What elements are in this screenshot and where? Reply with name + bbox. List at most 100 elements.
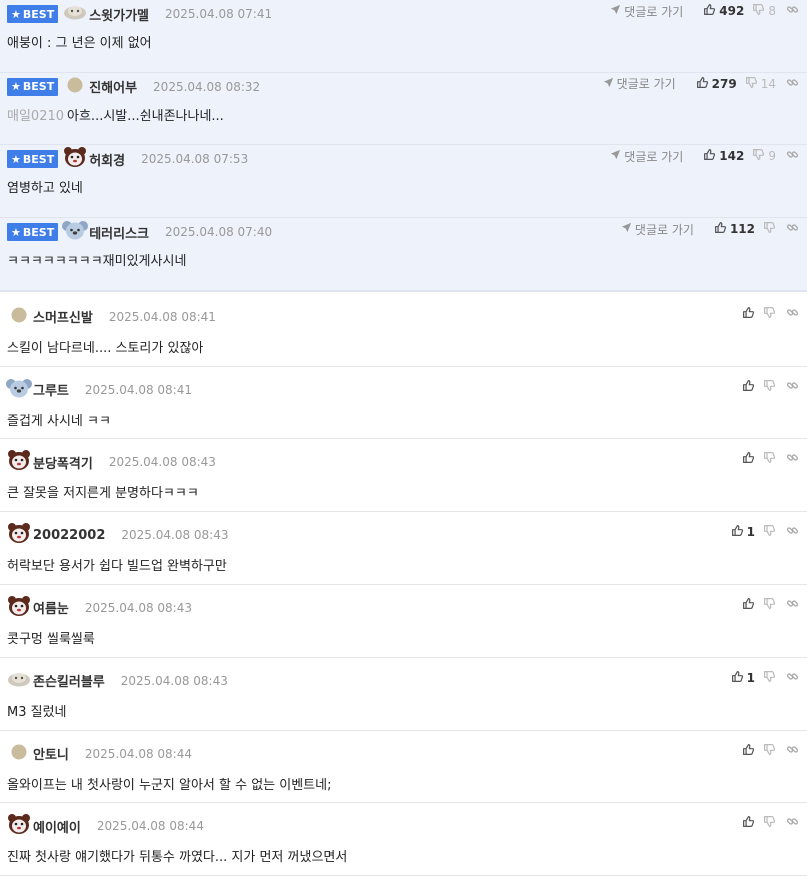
- downvote-button[interactable]: 14: [745, 76, 776, 92]
- mention[interactable]: 매일0210: [7, 109, 64, 124]
- upvote-button[interactable]: [742, 306, 755, 322]
- share-button[interactable]: [786, 597, 799, 613]
- avatar[interactable]: [63, 77, 87, 97]
- comment-header: ★ BEST 허회경 2025.04.08 07:53: [7, 146, 248, 172]
- nickname[interactable]: 그루트: [33, 380, 69, 399]
- thumbs-down-icon: [763, 670, 776, 686]
- share-button[interactable]: [786, 76, 799, 92]
- share-button[interactable]: [786, 743, 799, 759]
- upvote-button[interactable]: 1: [731, 524, 755, 540]
- thumbs-up-icon: [731, 524, 744, 540]
- link-icon: [786, 76, 799, 92]
- avatar[interactable]: [7, 744, 31, 764]
- upvote-count: 112: [729, 222, 755, 237]
- koala-icon: [6, 377, 32, 403]
- avatar[interactable]: [7, 671, 31, 691]
- nickname[interactable]: 스윗가가멜: [89, 5, 149, 24]
- upvote-button[interactable]: 142: [703, 148, 744, 164]
- avatar[interactable]: [7, 523, 31, 545]
- downvote-button[interactable]: 8: [752, 3, 776, 19]
- downvote-button[interactable]: [763, 815, 776, 831]
- best-label: BEST: [22, 7, 55, 21]
- upvote-button[interactable]: [742, 597, 755, 613]
- avatar[interactable]: [6, 377, 32, 403]
- downvote-button[interactable]: [763, 597, 776, 613]
- reply-link[interactable]: 댓글로 가기: [610, 3, 683, 20]
- link-icon: [786, 306, 799, 322]
- share-button[interactable]: [786, 379, 799, 395]
- dot-icon: [11, 307, 27, 327]
- share-button[interactable]: [786, 3, 799, 19]
- share-button[interactable]: [786, 306, 799, 322]
- thumbs-up-icon: [742, 597, 755, 613]
- thumbs-up-icon: [742, 451, 755, 467]
- nickname[interactable]: 진해어부: [89, 77, 137, 96]
- avatar[interactable]: [63, 4, 87, 24]
- nickname[interactable]: 허회경: [89, 150, 125, 169]
- share-button[interactable]: [786, 221, 799, 237]
- comment-body: 염병하고 있네: [7, 181, 83, 197]
- best-label: BEST: [22, 80, 55, 94]
- downvote-button[interactable]: 9: [752, 148, 776, 164]
- comment-actions: [734, 742, 799, 760]
- comment-text: ㅋㅋㅋㅋㅋㅋㅋㅋ재미있게사시네: [7, 250, 186, 269]
- comment-body: 콧구멍 씰룩씰룩: [7, 631, 95, 647]
- downvote-button[interactable]: [763, 379, 776, 395]
- avatar[interactable]: [63, 146, 87, 172]
- reply-link[interactable]: 댓글로 가기: [610, 148, 683, 165]
- downvote-button[interactable]: [763, 524, 776, 540]
- nickname[interactable]: 스머프신발: [33, 307, 93, 326]
- upvote-button[interactable]: 492: [703, 3, 744, 19]
- comment: 안토니 2025.04.08 08:44 올와이프는 내 첫사랑이 누군지 알아서 …: [0, 730, 807, 804]
- avatar[interactable]: [7, 450, 31, 472]
- nickname[interactable]: 여름눈: [33, 598, 69, 617]
- nickname[interactable]: 안토니: [33, 744, 69, 763]
- nickname[interactable]: 존슨킬러블루: [33, 671, 105, 690]
- avatar[interactable]: [62, 221, 89, 242]
- upvote-button[interactable]: 1: [731, 670, 755, 686]
- comment-date: 2025.04.08 08:43: [120, 673, 228, 688]
- upvote-count: 1: [746, 670, 755, 685]
- nickname[interactable]: 테러리스크: [89, 223, 149, 242]
- share-button[interactable]: [786, 524, 799, 540]
- nickname[interactable]: 분당폭격기: [33, 453, 93, 472]
- upvote-count: 492: [719, 4, 745, 18]
- share-button[interactable]: [786, 670, 799, 686]
- avatar[interactable]: [7, 595, 31, 618]
- comment: 20022002 2025.04.08 08:43 허락보단 용서가 쉽다 빌드업 …: [0, 512, 807, 585]
- share-button[interactable]: [786, 148, 799, 164]
- best-badge: ★ BEST: [7, 77, 59, 96]
- avatar[interactable]: [7, 814, 31, 836]
- reply-link[interactable]: 댓글로 가기: [621, 221, 694, 238]
- upvote-button[interactable]: [742, 451, 755, 467]
- downvote-button[interactable]: [763, 670, 776, 686]
- dot-icon: [11, 744, 27, 764]
- downvote-button[interactable]: [763, 221, 776, 237]
- thumbs-up-icon: [742, 743, 755, 759]
- comment-actions: 1: [723, 669, 799, 687]
- thumbs-up-icon: [731, 670, 744, 686]
- upvote-button[interactable]: [742, 743, 755, 759]
- share-button[interactable]: [786, 815, 799, 831]
- upvote-button[interactable]: [742, 379, 755, 395]
- comment-text: 진짜 첫사랑 얘기했다가 뒤통수 까였다... 지가 먼저 꺼냈으면서: [7, 846, 347, 865]
- downvote-button[interactable]: [763, 451, 776, 467]
- nickname[interactable]: 20022002: [33, 528, 105, 543]
- nickname[interactable]: 예이예이: [33, 817, 81, 836]
- downvote-button[interactable]: [763, 306, 776, 322]
- best-label: BEST: [22, 152, 55, 166]
- upvote-button[interactable]: 112: [714, 221, 755, 237]
- share-button[interactable]: [786, 451, 799, 467]
- downvote-button[interactable]: [763, 743, 776, 759]
- thumbs-down-icon: [763, 815, 776, 831]
- upvote-button[interactable]: 279: [696, 76, 737, 92]
- avatar[interactable]: [7, 307, 31, 327]
- upvote-button[interactable]: [742, 815, 755, 831]
- comment-text: 스킬이 남다르네.... 스토리가 있잖아: [7, 337, 203, 356]
- comment: 여름눈 2025.04.08 08:43 콧구멍 씰룩씰룩: [0, 584, 807, 658]
- send-icon: [603, 77, 617, 91]
- bear-icon: [63, 146, 87, 172]
- reply-link[interactable]: 댓글로 가기: [603, 75, 676, 92]
- comment: 그루트 2025.04.08 08:41 즐겁게 사시네 ㅋㅋ: [0, 366, 807, 440]
- upvote-count: 279: [711, 76, 737, 91]
